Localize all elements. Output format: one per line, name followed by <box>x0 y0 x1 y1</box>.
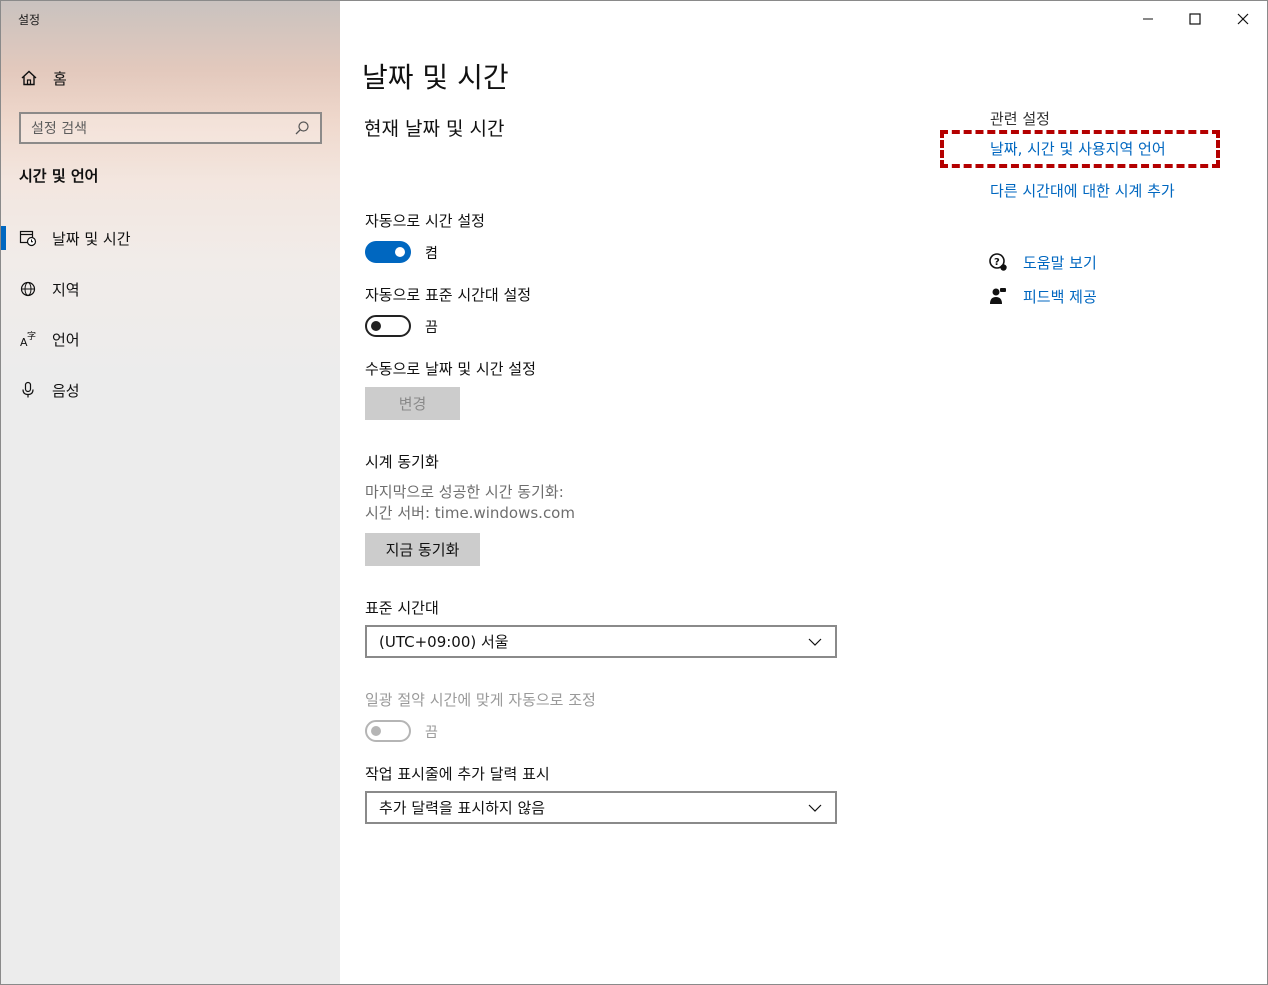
app-title: 설정 <box>18 13 41 27</box>
sidebar-item-label: 음성 <box>52 381 80 400</box>
maximize-icon <box>1189 10 1201 29</box>
search-icon <box>294 120 310 136</box>
search-placeholder: 설정 검색 <box>31 121 87 137</box>
timezone-value: (UTC+09:00) 서울 <box>379 633 509 651</box>
toggle-knob <box>371 321 381 331</box>
auto-time-label: 자동으로 시간 설정 <box>365 212 485 230</box>
active-indicator <box>1 226 6 250</box>
page-title: 날짜 및 시간 <box>362 61 509 94</box>
change-button[interactable]: 변경 <box>365 387 460 420</box>
sidebar-item-label: 언어 <box>52 330 80 349</box>
related-settings-title: 관련 설정 <box>990 110 1050 128</box>
calendar-clock-icon <box>19 229 37 247</box>
manual-set-label: 수동으로 날짜 및 시간 설정 <box>365 360 536 378</box>
auto-time-toggle[interactable] <box>365 241 411 263</box>
sidebar-item-date-time[interactable]: 날짜 및 시간 <box>1 218 340 258</box>
globe-icon <box>19 280 37 298</box>
taskbar-calendar-select[interactable]: 추가 달력을 표시하지 않음 <box>365 791 837 824</box>
time-server-text: 시간 서버: time.windows.com <box>365 504 575 522</box>
taskbar-calendar-label: 작업 표시줄에 추가 달력 표시 <box>365 765 550 783</box>
get-help-link[interactable]: 도움말 보기 <box>1023 252 1097 273</box>
sync-heading: 시계 동기화 <box>365 453 439 471</box>
current-date-time-heading: 현재 날짜 및 시간 <box>364 118 505 140</box>
last-sync-text: 마지막으로 성공한 시간 동기화: <box>365 483 564 501</box>
taskbar-calendar-value: 추가 달력을 표시하지 않음 <box>379 799 546 817</box>
add-clocks-link[interactable]: 다른 시간대에 대한 시계 추가 <box>990 180 1175 201</box>
toggle-knob <box>371 726 381 736</box>
auto-time-state: 켬 <box>425 246 438 262</box>
sidebar-item-language[interactable]: A字 언어 <box>1 319 340 359</box>
feedback-row[interactable]: 피드백 제공 <box>987 284 1097 308</box>
minimize-icon <box>1142 10 1154 29</box>
feedback-person-icon <box>987 285 1009 307</box>
sidebar-item-label: 지역 <box>52 280 80 299</box>
language-icon: A字 <box>19 330 37 348</box>
sync-now-button[interactable]: 지금 동기화 <box>365 533 480 566</box>
home-icon <box>19 68 39 88</box>
active-indicator <box>1 277 6 301</box>
timezone-label: 표준 시간대 <box>365 599 439 617</box>
sidebar: 설정 홈 설정 검색 시간 및 언어 날짜 및 시간 지역 A 字 언어 음성 <box>1 1 340 984</box>
active-indicator <box>1 378 6 402</box>
give-feedback-link[interactable]: 피드백 제공 <box>1023 286 1097 307</box>
maximize-button[interactable] <box>1172 5 1218 33</box>
sidebar-item-speech[interactable]: 음성 <box>1 370 340 410</box>
toggle-knob <box>395 247 405 257</box>
settings-window: 설정 홈 설정 검색 시간 및 언어 날짜 및 시간 지역 A 字 언어 음성 … <box>0 0 1268 985</box>
active-indicator <box>1 327 6 351</box>
auto-timezone-toggle[interactable] <box>365 315 411 337</box>
svg-text:字: 字 <box>27 330 36 342</box>
sidebar-item-region[interactable]: 지역 <box>1 269 340 309</box>
home-nav[interactable]: 홈 <box>19 63 319 93</box>
sidebar-item-label: 날짜 및 시간 <box>52 229 131 248</box>
microphone-icon <box>19 381 37 399</box>
svg-text:?: ? <box>994 257 1000 268</box>
search-input[interactable]: 설정 검색 <box>19 112 322 144</box>
auto-timezone-label: 자동으로 표준 시간대 설정 <box>365 286 532 304</box>
dst-state: 끔 <box>425 725 438 741</box>
region-language-link[interactable]: 날짜, 시간 및 사용지역 언어 <box>990 138 1166 159</box>
chevron-down-icon <box>807 634 823 650</box>
minimize-button[interactable] <box>1125 5 1171 33</box>
home-label: 홈 <box>53 69 67 88</box>
dst-toggle[interactable] <box>365 720 411 742</box>
timezone-select[interactable]: (UTC+09:00) 서울 <box>365 625 837 658</box>
auto-timezone-state: 끔 <box>425 320 438 336</box>
dst-label: 일광 절약 시간에 맞게 자동으로 조정 <box>365 691 596 709</box>
close-button[interactable] <box>1220 5 1266 33</box>
help-chat-icon: ? <box>987 251 1009 273</box>
section-title: 시간 및 언어 <box>19 167 99 185</box>
chevron-down-icon <box>807 800 823 816</box>
help-row[interactable]: ? 도움말 보기 <box>987 250 1097 274</box>
close-icon <box>1237 10 1249 29</box>
